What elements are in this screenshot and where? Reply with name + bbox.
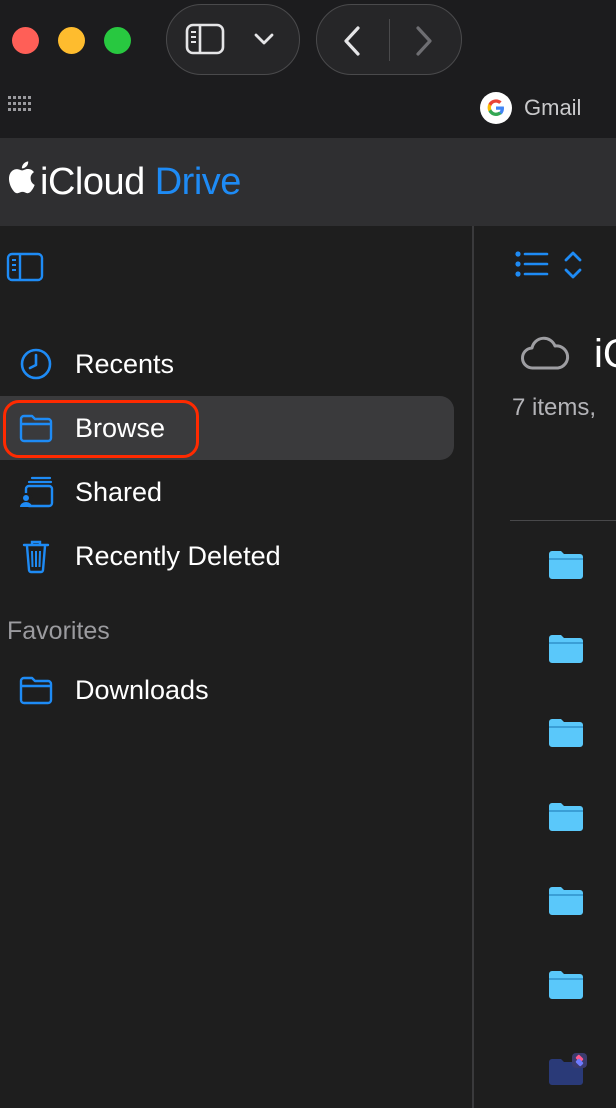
folder-icon (548, 887, 584, 920)
sidebar-item-recents[interactable]: Recents (0, 332, 454, 396)
page-title: iC (594, 332, 616, 376)
item-count: 7 items, (512, 394, 597, 421)
history-navigation (316, 4, 462, 75)
nav-divider (389, 19, 390, 61)
shortcuts-folder-icon (548, 1053, 588, 1092)
shared-folder-icon (18, 474, 54, 510)
sidebar-item-label: Shared (75, 476, 163, 507)
folder-icon (18, 672, 54, 708)
brand-product: Drive (154, 160, 242, 203)
file-row[interactable] (548, 970, 584, 1000)
apple-icon (6, 160, 36, 204)
sidebar-item-shared[interactable]: Shared (0, 460, 454, 524)
gmail-label: Gmail (524, 95, 582, 120)
cloud-icon (520, 336, 570, 377)
folder-icon (548, 635, 584, 668)
favorites-heading: Favorites (7, 617, 110, 645)
sidebar-item-label: Recents (75, 348, 175, 379)
folder-icon (548, 971, 584, 1004)
folder-icon (548, 719, 584, 752)
file-row[interactable] (548, 634, 584, 664)
list-view-icon[interactable] (514, 250, 550, 283)
brand-word: iCloud (40, 160, 145, 203)
grid-icon[interactable] (8, 96, 34, 117)
app-header: iCloud Drive (0, 138, 616, 226)
browser-toolbar: Gmail (0, 0, 616, 138)
sidebar-item-downloads[interactable]: Downloads (0, 658, 454, 722)
sidebar: Recents Browse Shared Recently Deleted F… (0, 226, 472, 1108)
clock-icon (18, 346, 54, 382)
back-button[interactable] (341, 25, 363, 62)
file-row[interactable] (548, 886, 584, 916)
icloud-drive-logo[interactable]: iCloud Drive (6, 160, 241, 204)
trash-icon (18, 538, 54, 574)
sidebar-item-recently-deleted[interactable]: Recently Deleted (0, 524, 454, 588)
file-row[interactable] (548, 718, 584, 748)
folder-icon (18, 410, 54, 446)
close-window-button[interactable] (12, 27, 39, 54)
sort-icon[interactable] (562, 248, 584, 287)
sidebar-item-label: Recently Deleted (75, 540, 281, 571)
file-row[interactable] (548, 550, 584, 580)
gmail-bookmark[interactable]: Gmail (480, 92, 581, 124)
sidebar-icon[interactable] (185, 23, 225, 60)
sidebar-toggle-group (166, 4, 300, 75)
sidebar-item-label: Browse (75, 412, 166, 443)
forward-button[interactable] (413, 25, 435, 62)
sidebar-item-label: Downloads (75, 674, 209, 705)
sidebar-item-browse[interactable]: Browse (0, 396, 454, 460)
folder-icon (548, 803, 584, 836)
google-icon (480, 92, 512, 124)
file-row[interactable] (548, 1052, 587, 1085)
main-content: iC 7 items, (474, 226, 616, 1108)
sidebar-toggle-icon[interactable] (6, 252, 44, 287)
minimize-window-button[interactable] (58, 27, 85, 54)
folder-icon (548, 551, 584, 584)
chevron-down-icon[interactable] (253, 31, 275, 52)
fullscreen-window-button[interactable] (104, 27, 131, 54)
list-header-divider (510, 520, 616, 521)
file-row[interactable] (548, 802, 584, 832)
